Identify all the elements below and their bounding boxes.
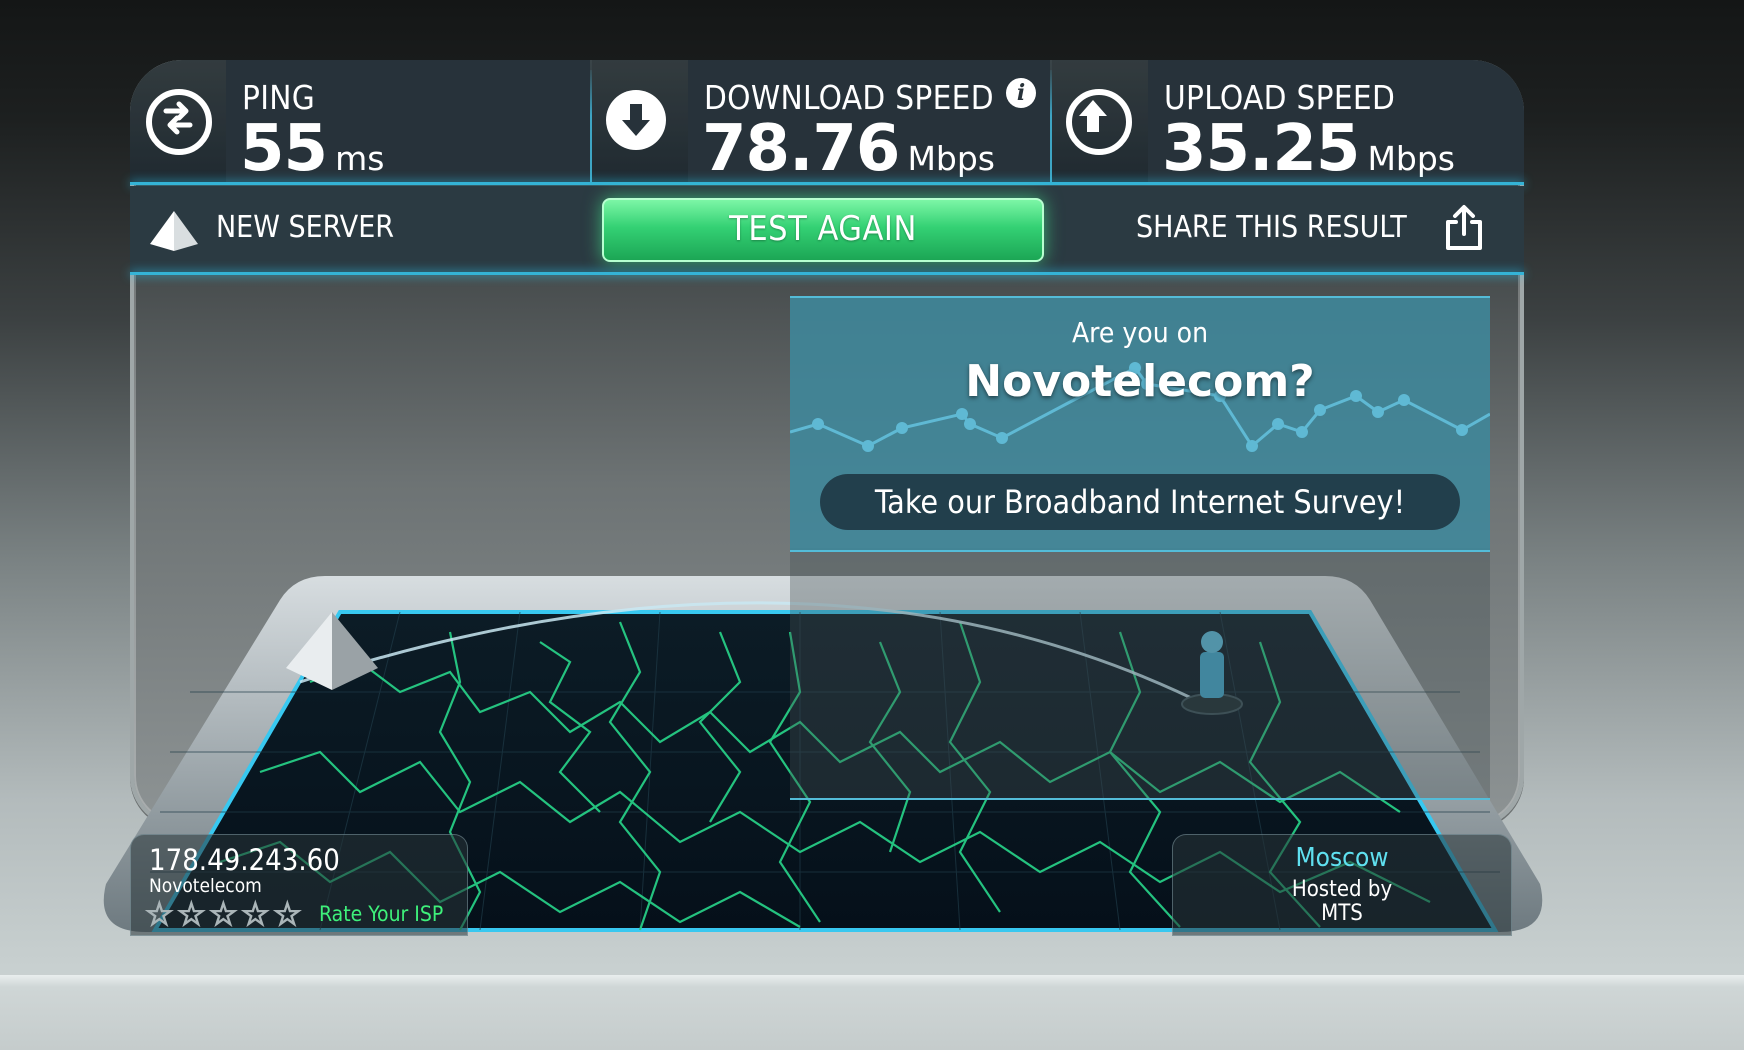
- star-4-icon[interactable]: ☆: [240, 894, 270, 934]
- download-unit: Mbps: [907, 139, 995, 178]
- hosted-by-label: Hosted by: [1291, 877, 1393, 902]
- ping-unit: ms: [335, 139, 385, 178]
- server-info-box: Moscow Hosted by MTS: [1172, 834, 1512, 936]
- share-icon: [1446, 205, 1482, 250]
- metrics-bar: PING 55 ms DOWNLOAD SPEED 78.76 Mbps i UPL…: [130, 60, 1524, 184]
- survey-ad[interactable]: Are you on Novotelecom? Take our Broadba…: [790, 296, 1490, 552]
- survey-isp-name: Novotelecom?: [965, 356, 1315, 407]
- upload-unit: Mbps: [1367, 139, 1455, 178]
- new-server-label: NEW SERVER: [216, 210, 395, 245]
- star-2-icon[interactable]: ☆: [176, 894, 206, 934]
- share-label: SHARE THIS RESULT: [1136, 210, 1407, 245]
- ping-value: 55 ms: [240, 112, 385, 184]
- client-info-box: 178.49.243.60 Novotelecom ☆ ☆ ☆ ☆ ☆ Rate…: [130, 834, 468, 936]
- client-ip: 178.49.243.60: [149, 843, 340, 877]
- star-1-icon[interactable]: ☆: [144, 894, 174, 934]
- share-result-button[interactable]: SHARE THIS RESULT: [1136, 200, 1492, 260]
- server-city[interactable]: Moscow: [1173, 843, 1511, 873]
- upload-value: 35.25 Mbps: [1162, 112, 1455, 184]
- client-isp: Novotelecom: [149, 875, 262, 897]
- server-host: MTS: [1321, 901, 1363, 926]
- download-metric: DOWNLOAD SPEED 78.76 Mbps i: [592, 60, 1050, 184]
- test-again-button[interactable]: TEST AGAIN: [602, 198, 1044, 262]
- ping-metric: PING 55 ms: [130, 60, 590, 184]
- pyramid-icon: [150, 211, 198, 251]
- survey-ad-lower: [790, 548, 1490, 800]
- info-icon[interactable]: i: [1006, 78, 1036, 108]
- upload-arrow-icon: [1066, 89, 1132, 155]
- download-value: 78.76 Mbps: [702, 112, 995, 184]
- star-3-icon[interactable]: ☆: [208, 894, 238, 934]
- floor-reflection: [0, 975, 1744, 1050]
- rate-isp-link[interactable]: Rate Your ISP: [319, 902, 443, 926]
- divider-top: [130, 182, 1524, 185]
- upload-metric: UPLOAD SPEED 35.25 Mbps: [1052, 60, 1524, 184]
- star-5-icon[interactable]: ☆: [272, 894, 302, 934]
- new-server-button[interactable]: NEW SERVER: [148, 200, 408, 260]
- ping-arrows-icon: [146, 89, 212, 155]
- survey-question: Are you on: [1071, 316, 1209, 349]
- divider-bottom: [130, 272, 1524, 275]
- download-arrow-icon: [606, 90, 666, 150]
- take-survey-button[interactable]: Take our Broadband Internet Survey!: [820, 474, 1460, 530]
